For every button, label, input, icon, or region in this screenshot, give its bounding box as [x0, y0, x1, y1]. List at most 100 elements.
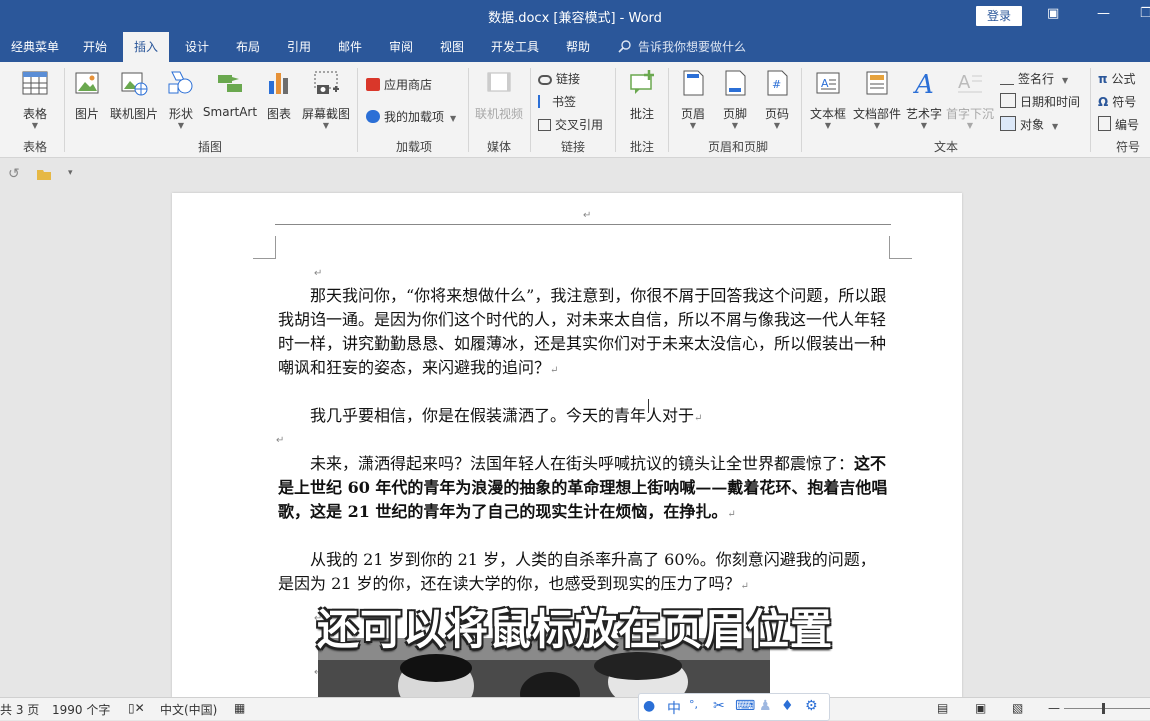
- paragraph-mark: ↵: [727, 509, 736, 520]
- zoom-slider[interactable]: [1064, 708, 1150, 709]
- crop-mark: [253, 258, 276, 259]
- comment-button[interactable]: 批注: [622, 68, 662, 122]
- chevron-down-icon: ▼: [920, 121, 928, 130]
- user-icon[interactable]: ♟: [759, 698, 772, 714]
- zoom-slider-thumb[interactable]: [1102, 703, 1105, 714]
- ribbon-tabs: 经典菜单 开始 插入 设计 布局 引用 邮件 审阅 视图 开发工具 帮助 告诉我…: [0, 32, 1150, 62]
- online-video-button: 联机视频: [472, 68, 526, 122]
- page-number-button[interactable]: # 页码 ▼: [758, 68, 796, 130]
- header-rule: [275, 224, 891, 225]
- tab-insert[interactable]: 插入: [123, 32, 170, 62]
- tell-me-box[interactable]: 告诉我你想要做什么: [618, 32, 746, 62]
- word-count[interactable]: 1990 个字: [52, 701, 110, 718]
- tab-mailings[interactable]: 邮件: [327, 32, 373, 62]
- bookmark-button[interactable]: 书签: [538, 93, 576, 110]
- tab-view[interactable]: 视图: [429, 32, 475, 62]
- tab-review[interactable]: 审阅: [378, 32, 424, 62]
- minimize-icon[interactable]: —: [1097, 6, 1110, 21]
- table-label: 表格: [22, 107, 47, 121]
- macro-icon[interactable]: ▦: [234, 701, 245, 715]
- tab-help[interactable]: 帮助: [555, 32, 601, 62]
- tab-layout[interactable]: 布局: [225, 32, 271, 62]
- screenshot-icon: [314, 71, 339, 94]
- addins-icon: [366, 110, 380, 123]
- skin-icon[interactable]: ♦: [781, 698, 794, 714]
- bookmark-label: 书签: [552, 95, 577, 109]
- tab-design[interactable]: 设计: [174, 32, 220, 62]
- group-label-header-footer: 页眉和页脚: [707, 140, 768, 154]
- divider: [1090, 68, 1091, 152]
- tab-developer[interactable]: 开发工具: [480, 32, 550, 62]
- restore-icon[interactable]: ❐: [1140, 6, 1150, 21]
- ime-logo-icon[interactable]: ●: [643, 698, 655, 714]
- page-count[interactable]: 共 3 页: [0, 701, 39, 718]
- paragraph-mark: ↵: [694, 413, 703, 424]
- smartart-button[interactable]: SmartArt: [202, 68, 258, 119]
- picture-label: 图片: [74, 107, 99, 121]
- header-icon: [683, 70, 704, 96]
- screenshot-button[interactable]: 屏幕截图 ▼: [300, 68, 352, 130]
- zoom-out-icon[interactable]: —: [1048, 701, 1060, 715]
- scissors-icon[interactable]: ✂: [713, 698, 725, 714]
- tab-classic-menu[interactable]: 经典菜单: [0, 32, 70, 62]
- read-mode-icon[interactable]: ▤: [937, 701, 948, 715]
- signature-line-button[interactable]: 签名行 ▼: [1000, 70, 1068, 87]
- online-picture-button[interactable]: 联机图片: [108, 68, 160, 122]
- header-button[interactable]: 页眉 ▼: [674, 68, 712, 130]
- my-addins-button[interactable]: 我的加载项 ▼: [366, 108, 456, 125]
- tab-references[interactable]: 引用: [276, 32, 322, 62]
- customize-qat-icon[interactable]: ▾: [68, 168, 73, 178]
- chevron-down-icon: ▼: [1062, 76, 1069, 85]
- numbering-icon: [1098, 116, 1111, 131]
- ribbon-display-options-icon[interactable]: ▣: [1047, 6, 1059, 21]
- svg-text:A: A: [958, 72, 971, 93]
- cross-reference-button[interactable]: 交叉引用: [538, 116, 603, 133]
- equation-label: 公式: [1111, 72, 1136, 86]
- link-button[interactable]: 链接: [538, 70, 580, 87]
- footer-button[interactable]: 页脚 ▼: [716, 68, 754, 130]
- svg-text:A: A: [913, 70, 934, 98]
- proofing-icon[interactable]: ▯✕: [128, 701, 145, 715]
- paragraph-4: 从我的 21 岁到你的 21 岁，人类的自杀率升高了 60%。你刻意闪避我的问题…: [278, 550, 876, 593]
- bookmark-icon: [538, 95, 548, 108]
- web-layout-icon[interactable]: ▧: [1012, 701, 1023, 715]
- app-store-button[interactable]: 应用商店: [366, 76, 432, 93]
- chart-label: 图表: [266, 107, 291, 121]
- undo-icon[interactable]: ↺: [8, 166, 20, 182]
- chevron-down-icon: ▼: [177, 121, 185, 130]
- divider: [64, 68, 65, 152]
- chart-button[interactable]: 图表: [262, 68, 296, 122]
- smartart-label: SmartArt: [202, 105, 258, 119]
- tab-home[interactable]: 开始: [72, 32, 118, 62]
- group-label-tables: 表格: [22, 140, 47, 154]
- language-indicator[interactable]: 中文(中国): [160, 701, 217, 718]
- picture-button[interactable]: 图片: [70, 68, 104, 122]
- wordart-button[interactable]: A 艺术字 ▼: [904, 68, 944, 130]
- pi-icon: π: [1098, 72, 1108, 86]
- object-button[interactable]: 对象 ▼: [1000, 116, 1058, 133]
- date-time-button[interactable]: 日期和时间: [1000, 93, 1080, 110]
- symbol-button[interactable]: Ω 符号: [1098, 93, 1136, 110]
- print-layout-icon[interactable]: ▣: [975, 701, 986, 715]
- table-button[interactable]: 表格 ▼: [12, 68, 58, 130]
- dropcap-icon: A: [958, 72, 982, 93]
- tell-me-placeholder: 告诉我你想要做什么: [638, 40, 747, 54]
- textbox-button[interactable]: A 文本框 ▼: [806, 68, 850, 130]
- i-beam-cursor: [648, 399, 649, 413]
- number-button[interactable]: 编号: [1098, 116, 1139, 133]
- shapes-button[interactable]: 形状 ▼: [164, 68, 198, 130]
- login-button[interactable]: 登录: [976, 6, 1022, 26]
- equation-button[interactable]: π 公式: [1098, 70, 1136, 87]
- ime-language-toggle[interactable]: 中: [667, 698, 681, 718]
- chevron-down-icon: ▼: [450, 114, 457, 123]
- page-number-label: 页码: [764, 107, 789, 121]
- quick-parts-button[interactable]: 文档部件 ▼: [852, 68, 902, 130]
- divider: [668, 68, 669, 152]
- open-folder-icon[interactable]: [37, 168, 53, 181]
- paragraph-2: 我几乎要相信，你是在假装潇洒了。今天的青年人对于↵: [278, 406, 703, 425]
- settings-icon[interactable]: ⚙: [805, 698, 818, 714]
- ime-punctuation-toggle[interactable]: °,: [689, 698, 698, 711]
- keyboard-icon[interactable]: ⌨: [735, 698, 755, 714]
- app-store-label: 应用商店: [384, 78, 433, 92]
- smartart-icon: [218, 75, 242, 92]
